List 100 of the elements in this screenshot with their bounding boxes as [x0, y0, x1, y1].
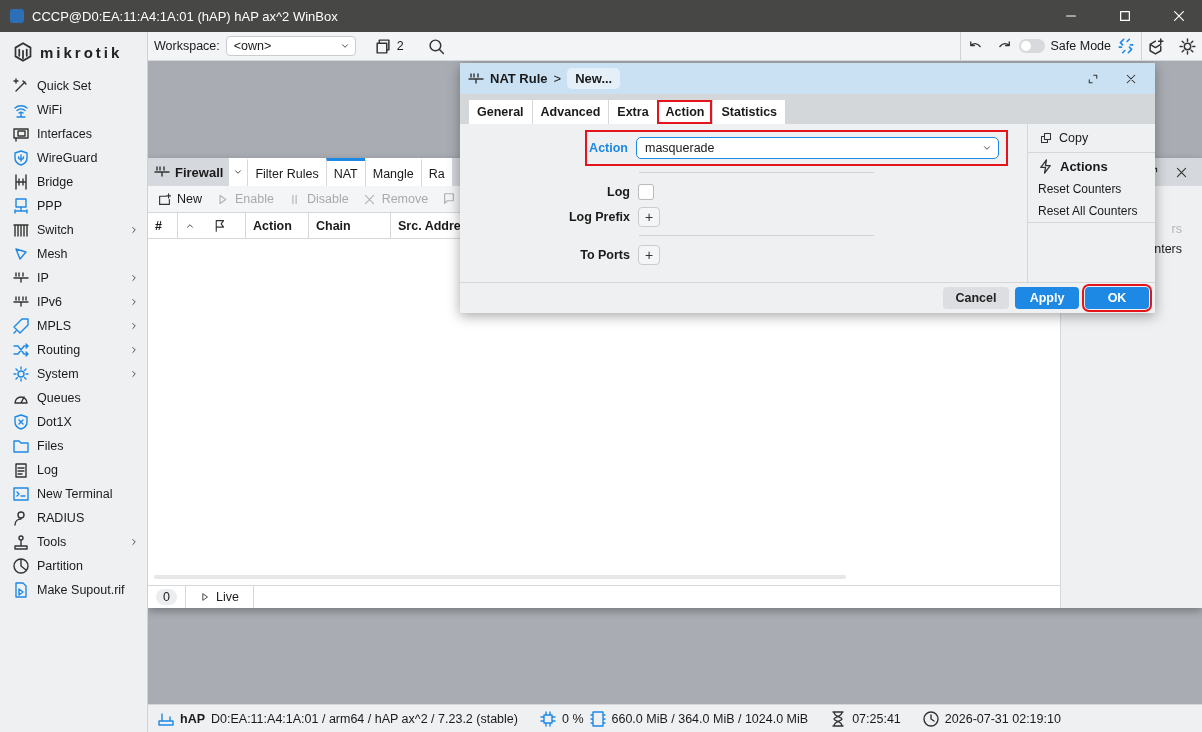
- field-label: To Ports: [579, 247, 630, 262]
- workspace-label: Workspace:: [154, 39, 220, 53]
- breadcrumb-item[interactable]: New...: [567, 68, 621, 89]
- add-button[interactable]: +: [638, 244, 660, 265]
- field-label: Action: [588, 141, 628, 155]
- close-icon[interactable]: [1175, 165, 1188, 179]
- close-icon: [362, 192, 376, 206]
- sidebar-item[interactable]: Dot1X: [0, 410, 147, 434]
- windows-stack-icon[interactable]: [373, 37, 391, 55]
- terminal-icon: [13, 486, 29, 502]
- maximize-icon: [1118, 9, 1132, 23]
- new-icon: [158, 192, 171, 206]
- sidebar-item[interactable]: Interfaces: [0, 122, 147, 146]
- tag-icon: [13, 318, 29, 334]
- safe-mode-label: Safe Mode: [1050, 39, 1111, 53]
- tab[interactable]: General: [468, 100, 532, 124]
- workspace-dropdown[interactable]: <own>: [225, 36, 356, 56]
- network-node-icon: [13, 294, 29, 310]
- wand-icon: [13, 78, 29, 94]
- sidebar-item[interactable]: Queues: [0, 386, 147, 410]
- chevron-right-icon: [129, 321, 139, 331]
- sidebar-item[interactable]: Log: [0, 458, 147, 482]
- folder-icon: [13, 438, 29, 454]
- chevron-right-icon: [129, 369, 139, 379]
- sidebar-item[interactable]: MPLS: [0, 314, 147, 338]
- computer-icon: [13, 198, 29, 214]
- sidebar-item[interactable]: New Terminal: [0, 482, 147, 506]
- close-icon[interactable]: [1125, 72, 1137, 85]
- network-node-icon: [468, 70, 484, 87]
- sidebar-item[interactable]: Mesh: [0, 242, 147, 266]
- copy-button[interactable]: Copy: [1028, 124, 1155, 153]
- actions-heading: Actions: [1060, 159, 1108, 174]
- sidebar-item[interactable]: PPP: [0, 194, 147, 218]
- wifi-icon: [13, 102, 29, 118]
- sidebar-item[interactable]: Files: [0, 434, 147, 458]
- sidebar-item[interactable]: WireGuard: [0, 146, 147, 170]
- dialog-button[interactable]: OK: [1085, 287, 1149, 309]
- checkbox[interactable]: [638, 183, 654, 200]
- sidebar-item[interactable]: Tools: [0, 530, 147, 554]
- sidebar-item[interactable]: Partition: [0, 554, 147, 578]
- network-node-icon: [154, 164, 170, 180]
- expand-icon[interactable]: [1087, 72, 1099, 85]
- shield-icon: [13, 150, 29, 166]
- chevron-right-icon: [129, 345, 139, 355]
- action-dropdown[interactable]: masquerade: [636, 137, 999, 159]
- clock-icon: [922, 710, 939, 727]
- network-card-icon: [13, 126, 29, 142]
- flag-icon[interactable]: [213, 219, 226, 232]
- menu-item[interactable]: Reset All Counters: [1038, 204, 1147, 218]
- tab[interactable]: Extra: [608, 100, 657, 124]
- tab[interactable]: Advanced: [531, 100, 609, 124]
- tab[interactable]: Mangle: [364, 158, 421, 186]
- sidebar-item[interactable]: Quick Set: [0, 74, 147, 98]
- router-icon: [158, 710, 174, 727]
- joystick-icon: [13, 534, 29, 550]
- tab[interactable]: NAT: [325, 158, 365, 186]
- play-icon: [216, 192, 229, 206]
- sidebar-item[interactable]: Routing: [0, 338, 147, 362]
- column-header[interactable]: Chain: [309, 213, 391, 238]
- sidebar-item[interactable]: WiFi: [0, 98, 147, 122]
- device-details: D0:EA:11:A4:1A:01 / arm64 / hAP ax^2 / 7.23.2 (stable): [211, 711, 518, 726]
- cpu-icon: [539, 710, 556, 727]
- sidebar-item[interactable]: Switch: [0, 218, 147, 242]
- toolbar-button[interactable]: New: [158, 192, 202, 206]
- chevron-right-icon: [129, 297, 139, 307]
- search-icon[interactable]: [427, 37, 445, 55]
- safe-mode-toggle[interactable]: [1018, 39, 1045, 53]
- column-header[interactable]: Action: [246, 213, 309, 238]
- file-icon: [13, 582, 29, 598]
- chevron-right-icon: [129, 273, 139, 283]
- tab[interactable]: Statistics: [712, 100, 786, 124]
- side-panel-text[interactable]: nters: [1154, 242, 1182, 256]
- lightning-icon: [1038, 159, 1053, 174]
- tab[interactable]: Filter Rules: [247, 158, 326, 186]
- sidebar-item[interactable]: Make Supout.rif: [0, 578, 147, 602]
- shuffle-icon: [13, 342, 29, 358]
- sidebar-item[interactable]: Bridge: [0, 170, 147, 194]
- live-button[interactable]: Live: [185, 586, 254, 608]
- tab[interactable]: Ra: [420, 158, 452, 186]
- chevron-right-icon: [129, 225, 139, 235]
- broken-link-icon[interactable]: [1117, 37, 1135, 55]
- sidebar-item[interactable]: IP: [0, 266, 147, 290]
- window-title: Firewall: [175, 164, 224, 180]
- field-label: Log Prefix: [567, 209, 630, 224]
- tab[interactable]: Action: [656, 100, 713, 124]
- switch-icon: [13, 222, 29, 238]
- bridge-icon: [13, 174, 29, 190]
- chevron-down-icon: [233, 167, 244, 177]
- column-header[interactable]: #: [148, 213, 178, 238]
- sidebar-item[interactable]: IPv6: [0, 290, 147, 314]
- dialog-button[interactable]: Apply: [1015, 287, 1079, 309]
- sidebar-item[interactable]: RADIUS: [0, 506, 147, 530]
- add-button[interactable]: +: [638, 206, 660, 227]
- dialog-title: NAT Rule: [490, 71, 548, 86]
- dialog-button[interactable]: Cancel: [943, 287, 1009, 309]
- play-icon: [199, 592, 210, 602]
- memory-usage: 660.0 MiB / 364.0 MiB / 1024.0 MiB: [611, 711, 809, 726]
- sidebar-item[interactable]: System: [0, 362, 147, 386]
- cube-plus-icon[interactable]: [1148, 37, 1165, 55]
- menu-item[interactable]: Reset Counters: [1038, 182, 1147, 196]
